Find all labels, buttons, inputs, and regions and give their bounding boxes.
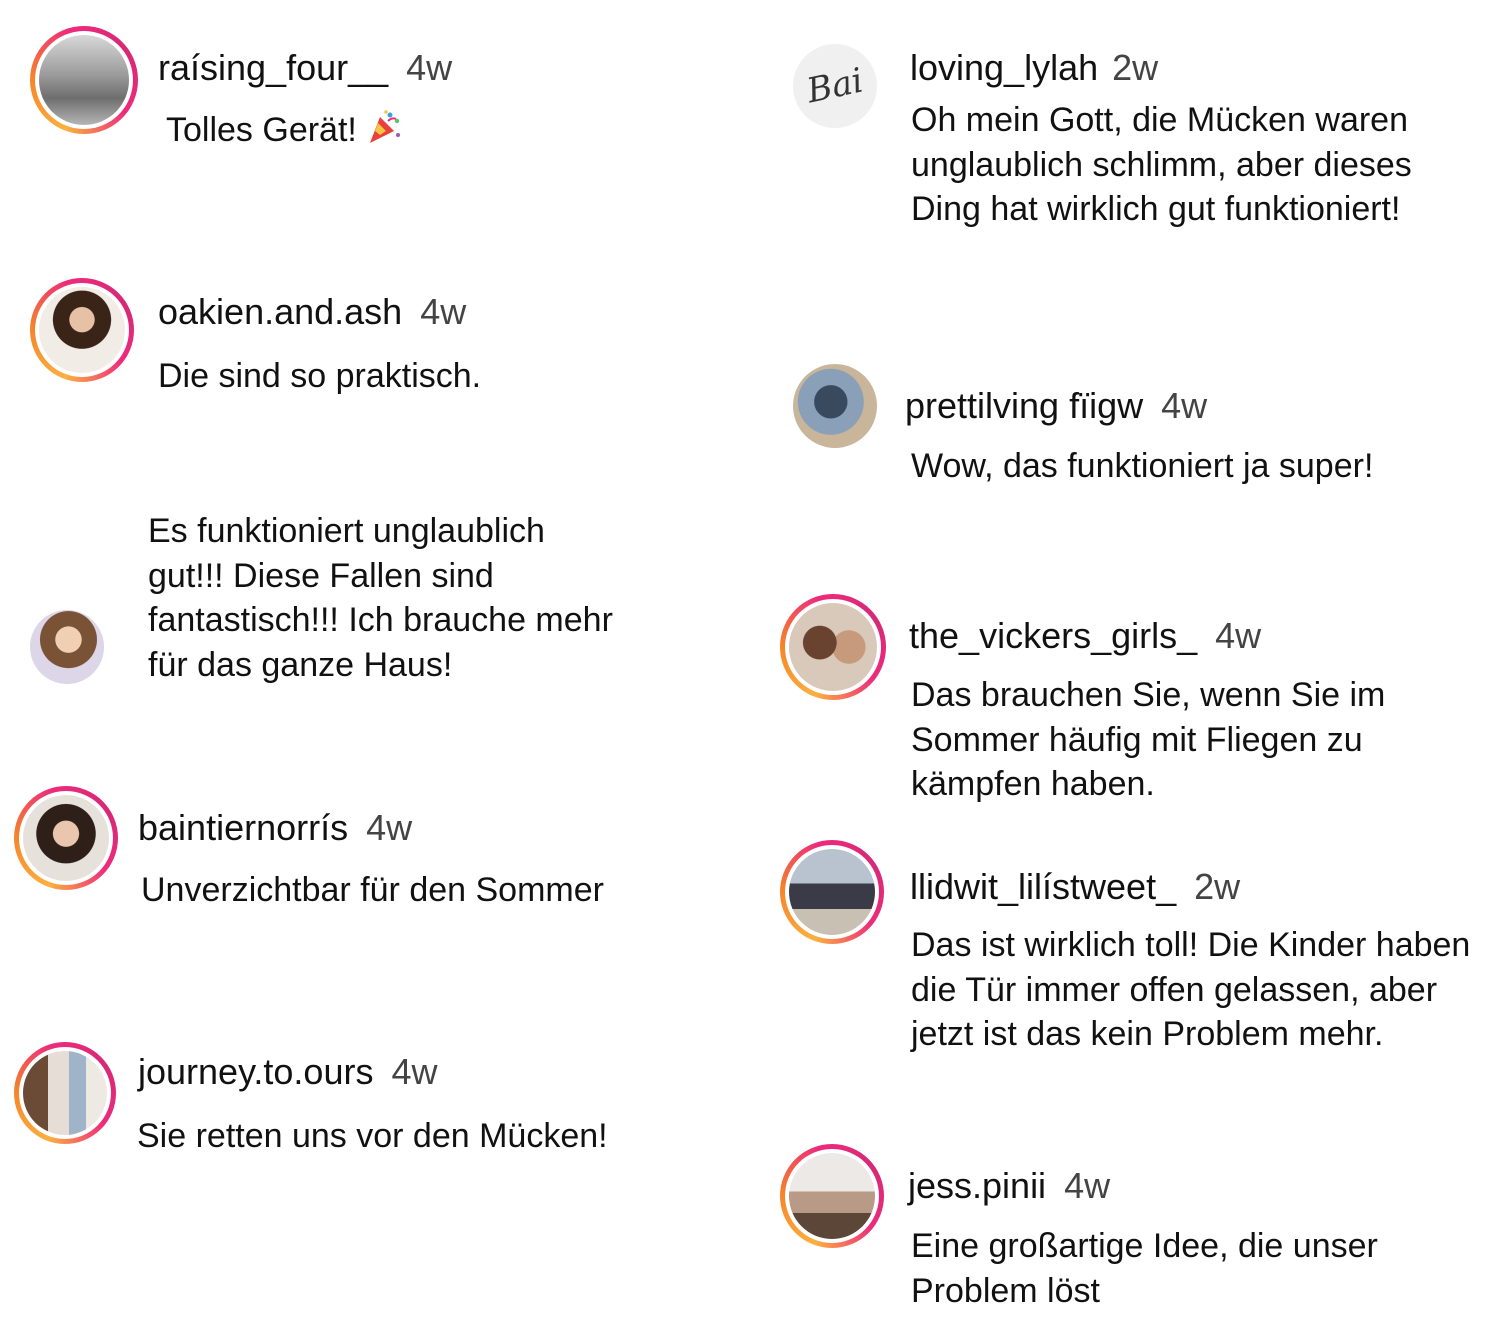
username[interactable]: baintiernorrís: [138, 807, 348, 848]
avatar[interactable]: Bai: [793, 44, 877, 128]
comment-text: Oh mein Gott, die Mücken waren unglaubli…: [911, 101, 1412, 228]
timestamp: 4w: [1215, 615, 1262, 656]
comment-text: Die sind so praktisch.: [158, 357, 482, 395]
avatar[interactable]: [14, 786, 118, 890]
timestamp: 4w: [420, 291, 467, 332]
timestamp: 2w: [1112, 47, 1159, 88]
timestamp: 4w: [406, 47, 453, 88]
comment-text: Unverzichtbar für den Sommer: [141, 871, 604, 909]
avatar[interactable]: [14, 1042, 116, 1144]
timestamp: 4w: [1064, 1165, 1111, 1206]
avatar[interactable]: [30, 278, 134, 382]
timestamp: 4w: [1161, 385, 1208, 426]
username[interactable]: raísing_four__: [158, 47, 388, 88]
avatar[interactable]: [793, 364, 877, 448]
username[interactable]: llidwit_lilístweet_: [910, 866, 1176, 907]
comment-text: Sie retten uns vor den Mücken!: [137, 1117, 608, 1155]
timestamp: 2w: [1194, 866, 1241, 907]
avatar[interactable]: [780, 1144, 884, 1248]
comment-text: Eine großartige Idee, die unser Problem …: [911, 1227, 1378, 1310]
avatar-signature: Bai: [803, 60, 867, 112]
username[interactable]: prettilving fïigw: [905, 385, 1143, 426]
username[interactable]: oakien.and.ash: [158, 291, 402, 332]
avatar[interactable]: [30, 26, 138, 134]
comment-text: Das brauchen Sie, wenn Sie im Sommer häu…: [911, 676, 1386, 803]
username[interactable]: loving_lylah: [910, 47, 1098, 88]
comment-text: Das ist wirklich toll! Die Kinder haben …: [911, 926, 1471, 1053]
avatar[interactable]: [30, 610, 104, 684]
avatar[interactable]: [780, 594, 886, 700]
comment-text: Wow, das funktioniert ja super!: [911, 447, 1374, 485]
comment-text: Es funktioniert unglaublich gut!!! Diese…: [148, 512, 613, 684]
username[interactable]: the_vickers_girls_: [909, 615, 1197, 656]
party-popper-icon: [370, 110, 401, 143]
comment-text: Tolles Gerät!: [166, 111, 357, 149]
avatar[interactable]: [780, 840, 884, 944]
timestamp: 4w: [366, 807, 413, 848]
username[interactable]: journey.to.ours: [138, 1051, 373, 1092]
timestamp: 4w: [391, 1051, 438, 1092]
username[interactable]: jess.pinii: [908, 1165, 1046, 1206]
